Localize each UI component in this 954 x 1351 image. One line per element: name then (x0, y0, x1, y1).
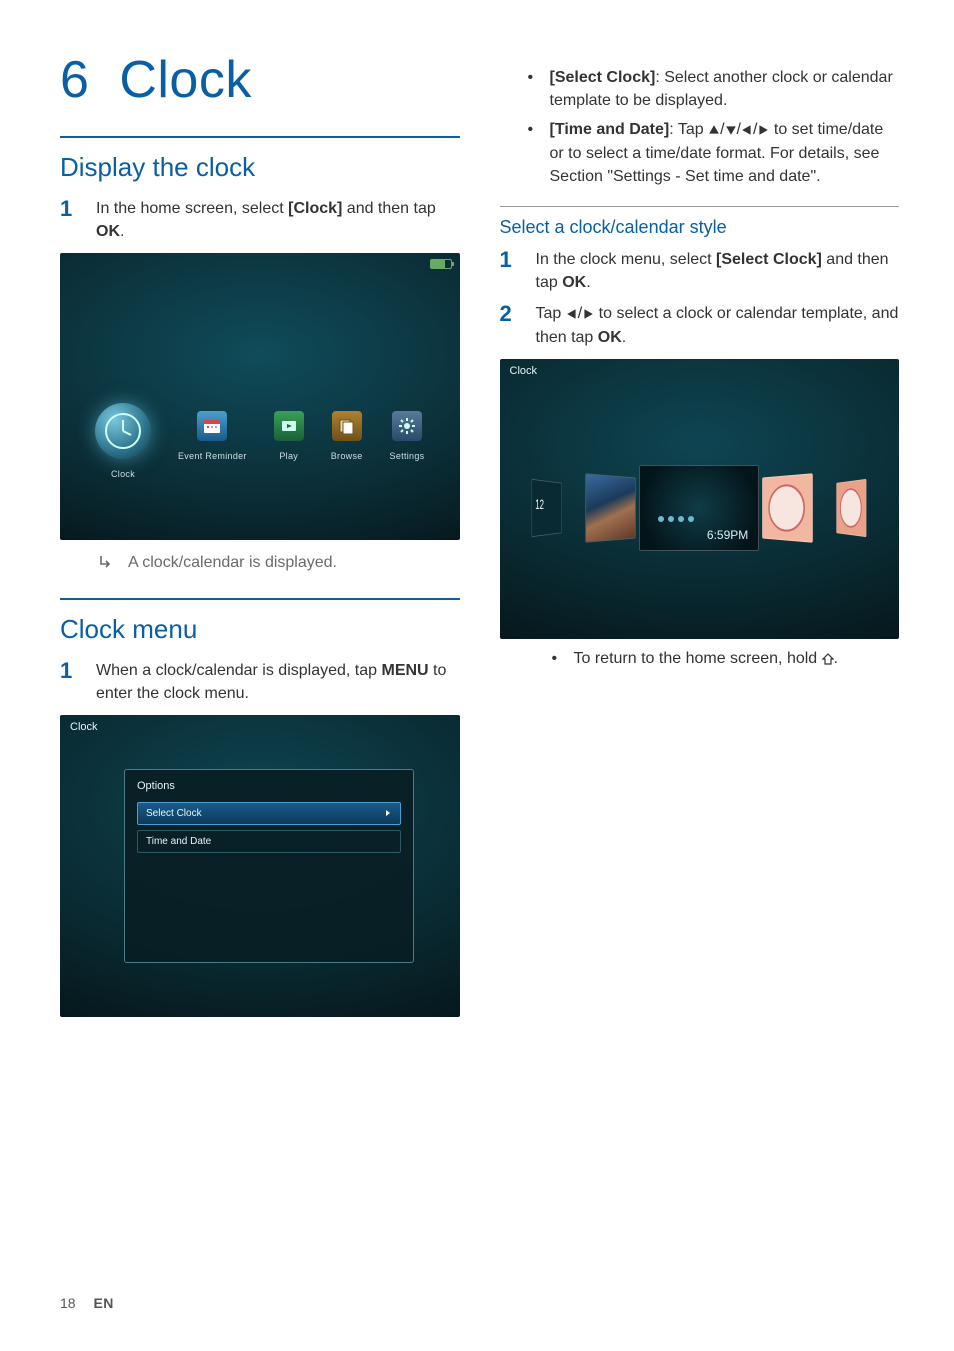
display-steps: 1 In the home screen, select [Clock] and… (60, 197, 460, 243)
option-select-clock: Select Clock (137, 802, 401, 825)
page-footer: 18 EN (60, 1295, 114, 1311)
arrow-left-icon (741, 124, 753, 136)
screenshot-home-menu: Clock Event Reminder Play (60, 253, 460, 539)
option-time-and-date: Time and Date (137, 830, 401, 853)
play-icon (274, 411, 304, 441)
arrow-left-icon (566, 308, 578, 320)
options-popup: Options Select Clock Time and Date (124, 769, 414, 963)
page-number: 18 (60, 1295, 76, 1311)
chapter-number: 6 (60, 51, 89, 109)
home-item-settings: Settings (390, 411, 425, 461)
arrow-right-icon (757, 124, 769, 136)
result-arrow-icon (98, 554, 114, 570)
display-result: A clock/calendar is displayed. (98, 554, 460, 572)
step-number: 2 (500, 302, 518, 348)
style-step-1: 1 In the clock menu, select [Select Cloc… (500, 248, 900, 294)
section-menu-heading: Clock menu (60, 598, 460, 645)
breadcrumb: Clock (70, 721, 98, 733)
arrow-right-icon (582, 308, 594, 320)
style-card (585, 474, 636, 544)
gear-icon (392, 411, 422, 441)
return-bullet-list: To return to the home screen, hold . (500, 647, 900, 670)
bullet-time-and-date: [Time and Date]: Tap /// to set time/dat… (528, 118, 900, 188)
clock-menu-bullets: [Select Clock]: Select another clock or … (500, 66, 900, 188)
home-icon (822, 653, 834, 665)
page-lang: EN (93, 1295, 113, 1311)
browse-icon (332, 411, 362, 441)
home-item-event: Event Reminder (178, 411, 247, 461)
step-text: In the clock menu, select [Select Clock]… (536, 248, 900, 294)
center-time: 6:59PM (707, 528, 748, 542)
chapter-title: Clock (119, 51, 252, 109)
style-carousel: 12 6:59PM (500, 465, 900, 551)
chevron-right-icon (384, 809, 392, 817)
step-number: 1 (60, 659, 78, 705)
subsection-style-heading: Select a clock/calendar style (500, 206, 900, 238)
left-column: 6 Clock Display the clock 1 In the home … (60, 50, 460, 1025)
style-step-2: 2 Tap / to select a clock or calendar te… (500, 302, 900, 348)
arrow-down-icon (725, 124, 737, 136)
menu-steps: 1 When a clock/calendar is displayed, ta… (60, 659, 460, 705)
style-steps: 1 In the clock menu, select [Select Cloc… (500, 248, 900, 349)
step-number: 1 (500, 248, 518, 294)
return-bullet: To return to the home screen, hold . (552, 647, 900, 670)
arrow-up-icon (708, 124, 720, 136)
chapter-heading: 6 Clock (60, 50, 460, 110)
popup-title: Options (137, 780, 401, 792)
step-text: Tap / to select a clock or calendar temp… (536, 302, 900, 348)
home-item-browse: Browse (331, 411, 363, 461)
home-item-clock: Clock (95, 403, 151, 479)
menu-step-1: 1 When a clock/calendar is displayed, ta… (60, 659, 460, 705)
right-column: [Select Clock]: Select another clock or … (500, 50, 900, 1025)
screenshot-clock-menu: Clock Options Select Clock Time and Date (60, 715, 460, 1017)
display-step-1: 1 In the home screen, select [Clock] and… (60, 197, 460, 243)
section-display-heading: Display the clock (60, 136, 460, 183)
home-item-play: Play (274, 411, 304, 461)
style-card: 12 (532, 479, 562, 537)
battery-icon (430, 259, 452, 269)
clock-icon (95, 403, 151, 459)
style-card-selected: 6:59PM (639, 465, 759, 551)
bullet-select-clock: [Select Clock]: Select another clock or … (528, 66, 900, 112)
step-text: In the home screen, select [Clock] and t… (96, 197, 460, 243)
screenshot-select-clock-style: Clock 12 6:59PM (500, 359, 900, 640)
step-number: 1 (60, 197, 78, 243)
step-text: When a clock/calendar is displayed, tap … (96, 659, 460, 705)
calendar-icon (197, 411, 227, 441)
style-card (762, 474, 813, 544)
breadcrumb: Clock (510, 365, 538, 377)
style-card (837, 479, 867, 537)
